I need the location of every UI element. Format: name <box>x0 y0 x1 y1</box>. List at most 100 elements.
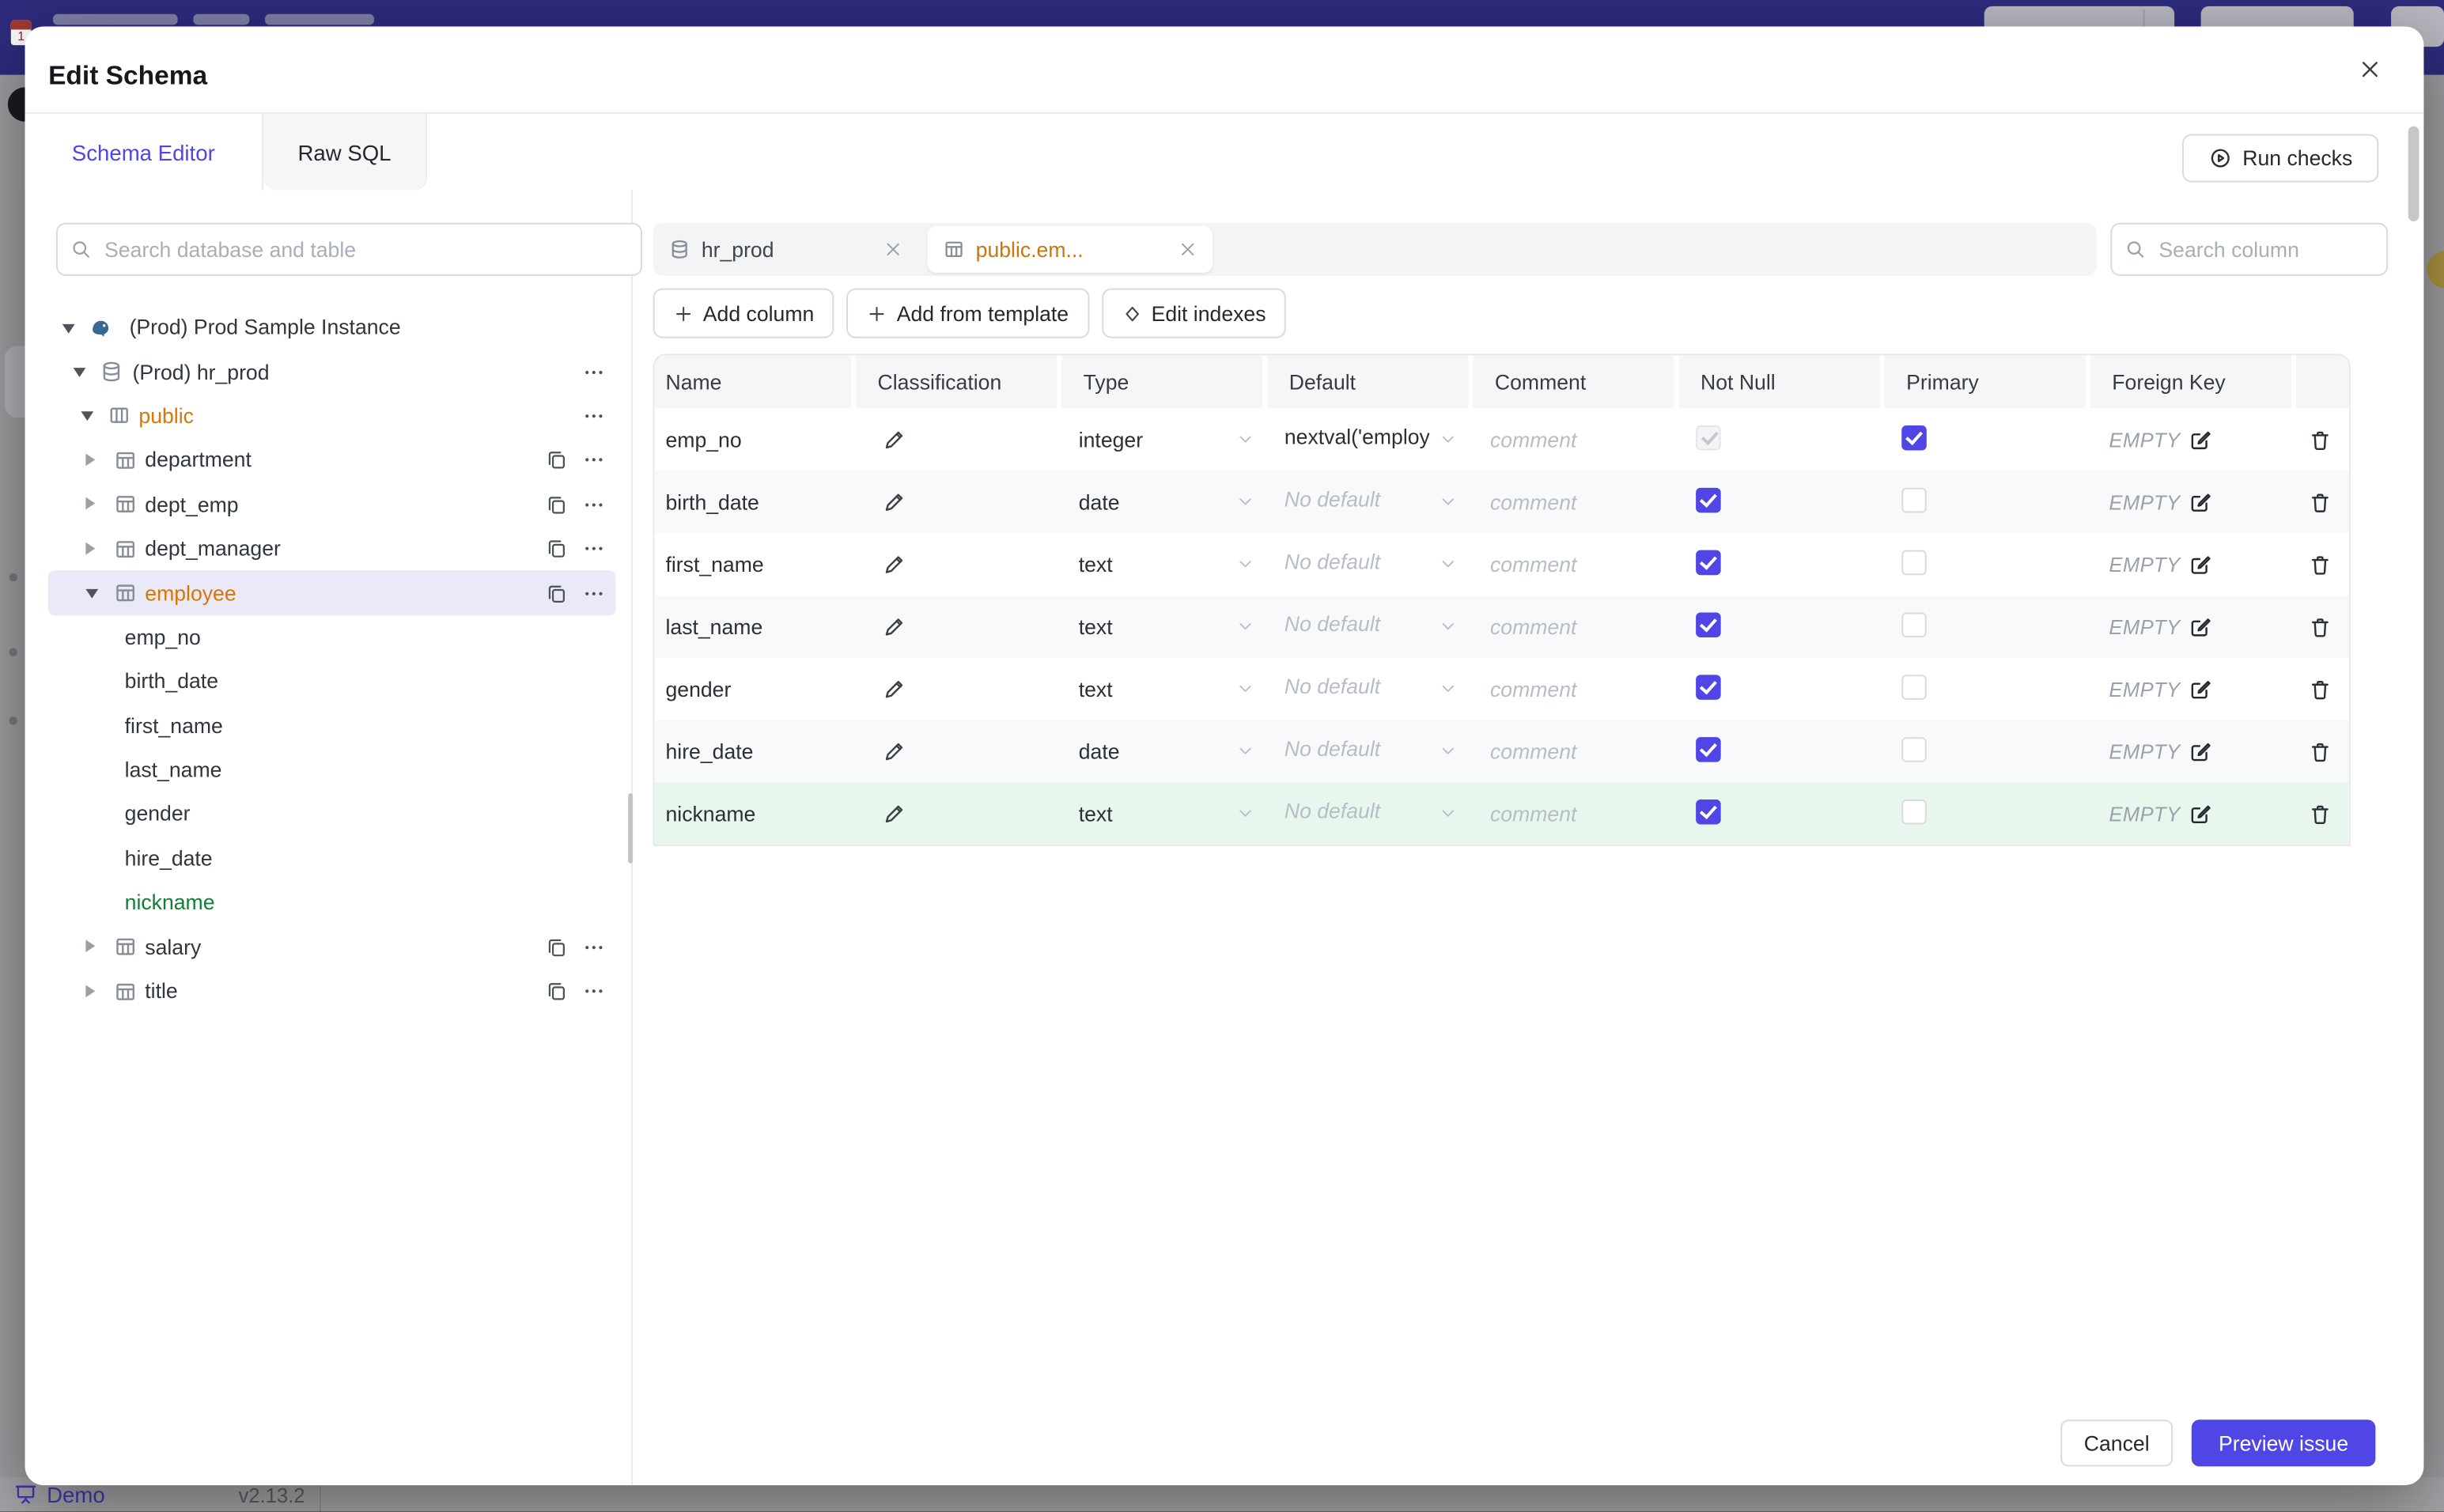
tree-item-table-title[interactable]: title <box>48 969 615 1013</box>
primary-checkbox[interactable] <box>1901 611 1927 637</box>
tree-item-column-emp-no[interactable]: emp_no <box>48 615 615 660</box>
type-select[interactable]: text <box>1057 553 1262 576</box>
preview-issue-button[interactable]: Preview issue <box>2191 1419 2376 1467</box>
caret-down-icon[interactable] <box>62 323 75 334</box>
delete-column-icon[interactable] <box>2309 490 2332 514</box>
classification-pencil-icon[interactable] <box>882 677 906 701</box>
not-null-checkbox[interactable] <box>1696 486 1721 512</box>
more-actions-icon[interactable] <box>583 538 605 560</box>
delete-column-icon[interactable] <box>2309 614 2332 638</box>
caret-right-icon[interactable] <box>85 453 96 466</box>
tree-item-column-first-name[interactable]: first_name <box>48 704 615 748</box>
delete-column-icon[interactable] <box>2309 553 2332 576</box>
primary-checkbox[interactable] <box>1901 674 1927 699</box>
delete-column-icon[interactable] <box>2309 802 2332 826</box>
delete-column-icon[interactable] <box>2309 428 2332 452</box>
tab-chip-public-employee[interactable]: public.em... <box>927 225 1213 273</box>
tree-item-instance[interactable]: (Prod) Prod Sample Instance <box>48 305 615 350</box>
add-from-template-button[interactable]: Add from template <box>846 288 1089 338</box>
type-select[interactable]: date <box>1057 490 1262 513</box>
comment-input[interactable]: comment <box>1468 490 1674 514</box>
edit-foreign-key-icon[interactable] <box>2188 490 2211 514</box>
tab-chip-hr-prod[interactable]: hr_prod <box>668 238 902 261</box>
not-null-checkbox[interactable] <box>1696 425 1721 450</box>
delete-column-icon[interactable] <box>2309 677 2332 701</box>
not-null-checkbox[interactable] <box>1696 674 1721 699</box>
default-select[interactable]: No default <box>1262 488 1468 516</box>
type-select[interactable]: text <box>1057 614 1262 638</box>
caret-down-icon[interactable] <box>73 368 86 378</box>
sidebar-scrollbar[interactable] <box>628 793 634 864</box>
type-select[interactable]: text <box>1057 802 1262 825</box>
run-checks-button[interactable]: Run checks <box>2181 134 2379 183</box>
edit-foreign-key-icon[interactable] <box>2188 614 2211 638</box>
comment-input[interactable]: comment <box>1468 677 1674 701</box>
comment-input[interactable]: comment <box>1468 428 1674 452</box>
more-actions-icon[interactable] <box>583 405 605 427</box>
copy-icon[interactable] <box>546 936 568 958</box>
classification-pencil-icon[interactable] <box>882 614 906 638</box>
tree-item-database-hr-prod[interactable]: (Prod) hr_prod <box>48 350 615 394</box>
caret-right-icon[interactable] <box>85 497 96 510</box>
column-search-input[interactable] <box>2155 236 2374 263</box>
classification-pencil-icon[interactable] <box>882 428 906 452</box>
copy-icon[interactable] <box>546 981 568 1003</box>
default-select[interactable]: No default <box>1262 675 1468 702</box>
tree-item-column-gender[interactable]: gender <box>48 792 615 837</box>
edit-foreign-key-icon[interactable] <box>2188 677 2211 701</box>
not-null-checkbox[interactable] <box>1696 798 1721 824</box>
type-select[interactable]: integer <box>1057 428 1262 452</box>
modal-scrollbar[interactable] <box>2408 126 2419 221</box>
copy-icon[interactable] <box>546 493 568 516</box>
caret-down-icon[interactable] <box>85 588 99 599</box>
edit-indexes-button[interactable]: Edit indexes <box>1101 288 1287 338</box>
classification-pencil-icon[interactable] <box>882 739 906 763</box>
comment-input[interactable]: comment <box>1468 553 1674 576</box>
edit-foreign-key-icon[interactable] <box>2188 802 2211 826</box>
primary-checkbox[interactable] <box>1901 425 1927 450</box>
edit-foreign-key-icon[interactable] <box>2188 739 2211 763</box>
close-tab-icon[interactable] <box>883 240 902 259</box>
not-null-checkbox[interactable] <box>1696 736 1721 762</box>
more-actions-icon[interactable] <box>583 981 605 1003</box>
classification-pencil-icon[interactable] <box>882 802 906 826</box>
tree-item-table-employee[interactable]: employee <box>48 570 616 615</box>
tree-item-table-department[interactable]: department <box>48 438 615 482</box>
tab-raw-sql[interactable]: Raw SQL <box>263 113 427 191</box>
default-select[interactable]: No default <box>1262 550 1468 578</box>
database-search-input[interactable] <box>101 236 629 263</box>
primary-checkbox[interactable] <box>1901 798 1927 824</box>
tree-item-column-birth-date[interactable]: birth_date <box>48 660 615 704</box>
tree-item-column-last-name[interactable]: last_name <box>48 748 615 792</box>
caret-right-icon[interactable] <box>85 984 96 997</box>
more-actions-icon[interactable] <box>583 361 605 383</box>
comment-input[interactable]: comment <box>1468 614 1674 638</box>
classification-pencil-icon[interactable] <box>882 490 906 514</box>
type-select[interactable]: date <box>1057 739 1262 763</box>
tree-item-column-nickname[interactable]: nickname <box>48 881 615 925</box>
more-actions-icon[interactable] <box>583 493 605 516</box>
demo-link[interactable]: Demo <box>47 1482 105 1507</box>
default-select[interactable]: No default <box>1262 612 1468 640</box>
comment-input[interactable]: comment <box>1468 739 1674 763</box>
type-select[interactable]: text <box>1057 677 1262 701</box>
default-select[interactable]: No default <box>1262 737 1468 765</box>
tree-item-table-dept-manager[interactable]: dept_manager <box>48 527 615 571</box>
tree-item-schema-public[interactable]: public <box>48 394 615 438</box>
copy-icon[interactable] <box>546 449 568 471</box>
edit-foreign-key-icon[interactable] <box>2188 553 2211 576</box>
close-icon[interactable] <box>2359 58 2382 81</box>
comment-input[interactable]: comment <box>1468 802 1674 826</box>
more-actions-icon[interactable] <box>583 582 605 604</box>
add-column-button[interactable]: Add column <box>653 288 834 338</box>
more-actions-icon[interactable] <box>583 449 605 471</box>
not-null-checkbox[interactable] <box>1696 549 1721 575</box>
default-select[interactable]: nextval('employ <box>1262 425 1468 453</box>
primary-checkbox[interactable] <box>1901 549 1927 575</box>
primary-checkbox[interactable] <box>1901 486 1927 512</box>
classification-pencil-icon[interactable] <box>882 553 906 576</box>
primary-checkbox[interactable] <box>1901 736 1927 762</box>
delete-column-icon[interactable] <box>2309 739 2332 763</box>
more-actions-icon[interactable] <box>583 936 605 958</box>
tree-item-column-hire-date[interactable]: hire_date <box>48 837 615 881</box>
